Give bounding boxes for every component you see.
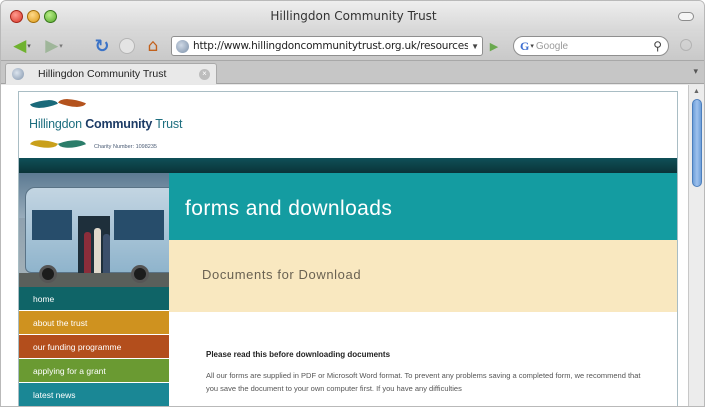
- back-button[interactable]: ◀ ▾: [7, 35, 37, 57]
- tab-close-icon[interactable]: ×: [199, 68, 210, 80]
- scrollbar-thumb[interactable]: [692, 99, 702, 187]
- title-bar[interactable]: Hillingdon Community Trust: [1, 1, 704, 31]
- scroll-up-icon[interactable]: ▲: [693, 88, 700, 95]
- photo-bus-wheel: [131, 265, 149, 283]
- photo-bus-window: [114, 210, 164, 240]
- hero-title: forms and downloads: [185, 197, 393, 220]
- tab-favicon-icon: [12, 68, 24, 80]
- logo-name-suffix: Trust: [155, 117, 183, 131]
- content-paragraph: All our forms are supplied in PDF or Mic…: [206, 371, 641, 393]
- nav-item-news[interactable]: latest news: [19, 383, 169, 406]
- navigation-toolbar: ◀ ▾ ▶ ▾ ↻ ⌂ http://www.hillingdoncommunity…: [1, 31, 704, 61]
- header-band: [19, 158, 677, 173]
- logo-leaf-icon: [30, 134, 58, 154]
- go-button[interactable]: ▶: [486, 35, 502, 57]
- nav-item-home[interactable]: home: [19, 287, 169, 311]
- site-header: Hillingdon Community Trust Charity Numbe…: [19, 92, 677, 173]
- site-nav: home about the trust our funding program…: [19, 287, 169, 406]
- tab-hillingdon[interactable]: Hillingdon Community Trust ×: [5, 63, 217, 84]
- stop-button[interactable]: [116, 35, 138, 57]
- vertical-scrollbar[interactable]: ▲: [688, 85, 704, 406]
- bus-photo: [19, 173, 169, 287]
- forward-button[interactable]: ▶ ▾: [41, 35, 67, 57]
- tab-list-icon[interactable]: ▾: [693, 66, 698, 77]
- url-input[interactable]: http://www.hillingdoncommunitytrust.org.…: [193, 40, 468, 52]
- photo-person: [103, 234, 110, 274]
- logo-leaf-icon: [30, 94, 58, 114]
- photo-bus-body: [25, 187, 169, 282]
- nav-item-funding[interactable]: our funding programme: [19, 335, 169, 359]
- reload-button[interactable]: ↻: [91, 35, 113, 57]
- home-icon: ⌂: [147, 36, 159, 56]
- tab-bar: Hillingdon Community Trust × ▾: [1, 61, 704, 84]
- tab-title: Hillingdon Community Trust: [38, 68, 167, 80]
- photo-person: [94, 228, 101, 274]
- charity-number: Charity Number: 1098235: [94, 144, 157, 150]
- back-history-dropdown-icon[interactable]: ▾: [27, 42, 31, 50]
- window-title: Hillingdon Community Trust: [270, 9, 437, 23]
- logo-leaf-icon: [58, 93, 86, 113]
- forward-arrow-icon: ▶: [45, 36, 59, 56]
- search-input[interactable]: Google: [536, 41, 653, 52]
- browser-window: Hillingdon Community Trust ◀ ▾ ▶ ▾ ↻ ⌂ htt…: [0, 0, 705, 407]
- hero-banner: forms and downloads: [169, 173, 677, 240]
- nav-item-about[interactable]: about the trust: [19, 311, 169, 335]
- magnifier-icon[interactable]: ⚲: [653, 39, 662, 53]
- logo-name-strong: Community: [85, 117, 153, 131]
- search-bar[interactable]: G ▾ Google ⚲: [513, 36, 669, 56]
- toolbar-toggle-button[interactable]: [678, 12, 694, 21]
- photo-bus-wheel: [39, 265, 57, 283]
- forward-history-dropdown-icon[interactable]: ▾: [59, 42, 63, 50]
- extension-icon[interactable]: [680, 39, 692, 51]
- home-button[interactable]: ⌂: [141, 35, 165, 57]
- main-content: Please read this before downloading docu…: [169, 312, 677, 406]
- web-content: Hillingdon Community Trust Charity Numbe…: [1, 85, 690, 406]
- reload-icon: ↻: [94, 35, 110, 57]
- section-banner: Documents for Download: [169, 240, 677, 312]
- web-page: Hillingdon Community Trust Charity Numbe…: [18, 91, 678, 406]
- url-dropdown-icon[interactable]: ▼: [471, 42, 479, 51]
- stop-icon: [119, 38, 135, 54]
- address-bar[interactable]: http://www.hillingdoncommunitytrust.org.…: [171, 36, 483, 56]
- photo-bus-window: [32, 210, 72, 240]
- google-icon[interactable]: G: [520, 39, 529, 54]
- photo-person: [84, 232, 91, 274]
- content-heading: Please read this before downloading docu…: [206, 350, 391, 359]
- nav-item-applying[interactable]: applying for a grant: [19, 359, 169, 383]
- site-logo[interactable]: Hillingdon Community Trust: [29, 117, 182, 131]
- site-globe-icon: [176, 39, 189, 53]
- logo-name-light: Hillingdon: [29, 117, 82, 131]
- logo-leaf-icon: [58, 134, 86, 154]
- search-engine-dropdown-icon[interactable]: ▾: [530, 42, 534, 50]
- section-title: Documents for Download: [202, 267, 362, 282]
- back-arrow-icon: ◀: [13, 36, 27, 56]
